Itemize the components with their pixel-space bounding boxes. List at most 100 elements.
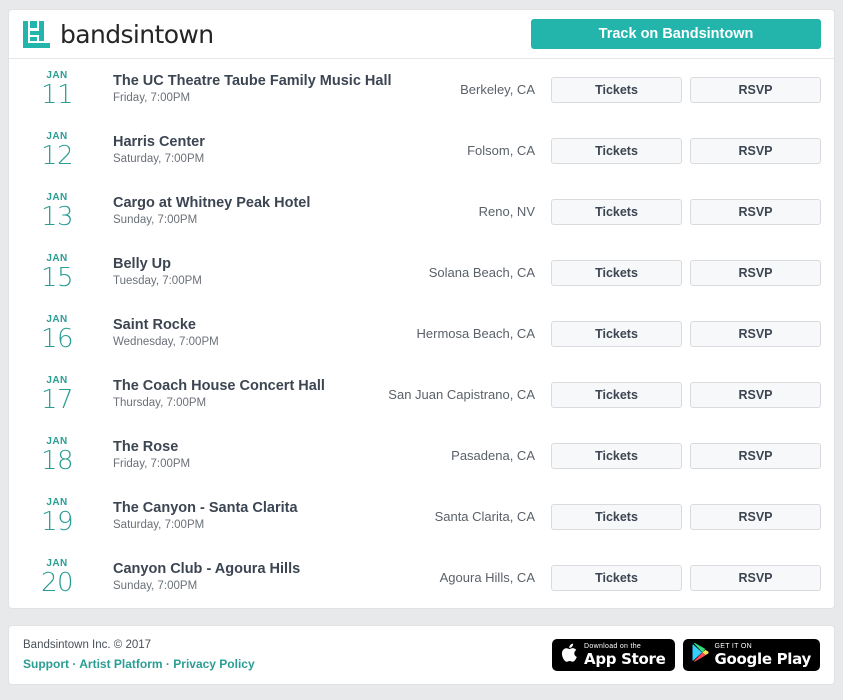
- app-store-top-line: Download on the: [584, 643, 665, 650]
- event-venue-name: Saint Rocke: [113, 316, 417, 334]
- event-row[interactable]: JAN13Cargo at Whitney Peak HotelSunday, …: [9, 181, 834, 242]
- event-day: 11: [15, 82, 99, 108]
- event-datetime: Thursday, 7:00PM: [113, 396, 388, 412]
- footer-text-block: Bandsintown Inc. © 2017 Support · Artist…: [23, 637, 255, 673]
- tickets-button[interactable]: Tickets: [551, 138, 682, 164]
- event-venue-block: The Canyon - Santa ClaritaSaturday, 7:00…: [99, 499, 435, 534]
- events-card: bandsintown Track on Bandsintown JAN11Th…: [8, 9, 835, 609]
- event-city: Reno, NV: [479, 204, 551, 219]
- rsvp-button[interactable]: RSVP: [690, 504, 821, 530]
- tickets-button[interactable]: Tickets: [551, 260, 682, 286]
- event-venue-block: The RoseFriday, 7:00PM: [99, 438, 451, 473]
- page-bottom-cutoff: [0, 692, 843, 700]
- event-day: 12: [15, 143, 99, 169]
- tickets-button[interactable]: Tickets: [551, 443, 682, 469]
- event-row[interactable]: JAN16Saint RockeWednesday, 7:00PMHermosa…: [9, 303, 834, 364]
- event-city: Folsom, CA: [467, 143, 551, 158]
- page-root: bandsintown Track on Bandsintown JAN11Th…: [0, 0, 843, 700]
- footer-link-privacy-policy[interactable]: Privacy Policy: [173, 657, 254, 671]
- event-day: 20: [15, 570, 99, 596]
- brand-name: bandsintown: [60, 20, 214, 49]
- tickets-button[interactable]: Tickets: [551, 77, 682, 103]
- tickets-button[interactable]: Tickets: [551, 504, 682, 530]
- rsvp-button[interactable]: RSVP: [690, 321, 821, 347]
- event-row[interactable]: JAN11The UC Theatre Taube Family Music H…: [9, 59, 834, 120]
- footer-separator-2: ·: [166, 657, 170, 671]
- event-row[interactable]: JAN15 Belly UpTuesday, 7:00PMSolana Beach…: [9, 242, 834, 303]
- event-city: Solana Beach, CA: [429, 265, 551, 280]
- event-date: JAN17: [9, 376, 99, 413]
- event-datetime: Wednesday, 7:00PM: [113, 335, 417, 351]
- bandsintown-logo-icon: [22, 20, 51, 49]
- card-header: bandsintown Track on Bandsintown: [9, 10, 834, 59]
- rsvp-button[interactable]: RSVP: [690, 260, 821, 286]
- event-date: JAN19: [9, 498, 99, 535]
- page-bottom-cutoff-text: [0, 692, 843, 700]
- event-date: JAN20: [9, 559, 99, 596]
- event-city: Pasadena, CA: [451, 448, 551, 463]
- footer-link-support[interactable]: Support: [23, 657, 69, 671]
- event-city: Hermosa Beach, CA: [417, 326, 552, 341]
- footer-card: Bandsintown Inc. © 2017 Support · Artist…: [8, 625, 835, 685]
- event-venue-name: Belly Up: [113, 255, 429, 273]
- event-venue-name: The Rose: [113, 438, 451, 456]
- event-datetime: Saturday, 7:00PM: [113, 152, 467, 168]
- app-store-badge[interactable]: Download on the App Store: [552, 639, 674, 671]
- event-venue-block: Harris CenterSaturday, 7:00PM: [99, 133, 467, 168]
- google-play-text: GET IT ON Google Play: [715, 643, 811, 667]
- track-on-bandsintown-button[interactable]: Track on Bandsintown: [531, 19, 821, 49]
- event-row[interactable]: JAN19The Canyon - Santa ClaritaSaturday,…: [9, 486, 834, 547]
- event-row[interactable]: JAN20Canyon Club - Agoura HillsSunday, 7…: [9, 547, 834, 608]
- rsvp-button[interactable]: RSVP: [690, 77, 821, 103]
- event-city: Santa Clarita, CA: [435, 509, 551, 524]
- rsvp-button[interactable]: RSVP: [690, 199, 821, 225]
- event-actions: Tickets RSVP: [551, 260, 821, 286]
- event-venue-name: Canyon Club - Agoura Hills: [113, 560, 440, 578]
- event-date: JAN13: [9, 193, 99, 230]
- event-date: JAN11: [9, 71, 99, 108]
- event-actions: Tickets RSVP: [551, 321, 821, 347]
- event-day: 13: [15, 204, 99, 230]
- event-day: 18: [15, 448, 99, 474]
- rsvp-button[interactable]: RSVP: [690, 138, 821, 164]
- app-store-text: Download on the App Store: [584, 643, 665, 667]
- event-actions: Tickets RSVP: [551, 443, 821, 469]
- tickets-button[interactable]: Tickets: [551, 382, 682, 408]
- google-play-icon: [692, 643, 709, 667]
- google-play-main-line: Google Play: [715, 652, 811, 667]
- event-day: 16: [15, 326, 99, 352]
- footer-links: Support · Artist Platform · Privacy Poli…: [23, 656, 255, 673]
- rsvp-button[interactable]: RSVP: [690, 565, 821, 591]
- rsvp-button[interactable]: RSVP: [690, 443, 821, 469]
- tickets-button[interactable]: Tickets: [551, 199, 682, 225]
- brand[interactable]: bandsintown: [22, 20, 214, 49]
- event-city: Berkeley, CA: [460, 82, 551, 97]
- rsvp-button[interactable]: RSVP: [690, 382, 821, 408]
- event-day: 17: [15, 387, 99, 413]
- event-date: JAN12: [9, 132, 99, 169]
- event-day: 15: [15, 265, 99, 291]
- event-row[interactable]: JAN12Harris CenterSaturday, 7:00PMFolsom…: [9, 120, 834, 181]
- google-play-badge[interactable]: GET IT ON Google Play: [683, 639, 820, 671]
- events-list: JAN11The UC Theatre Taube Family Music H…: [9, 59, 834, 608]
- apple-icon: [561, 643, 578, 668]
- event-date: JAN18: [9, 437, 99, 474]
- copyright-text: Bandsintown Inc. © 2017: [23, 637, 255, 654]
- event-actions: Tickets RSVP: [551, 138, 821, 164]
- event-venue-block: Canyon Club - Agoura HillsSunday, 7:00PM: [99, 560, 440, 595]
- footer-separator-1: ·: [72, 657, 76, 671]
- event-date: JAN15: [9, 254, 99, 291]
- app-store-main-line: App Store: [584, 652, 665, 667]
- event-row[interactable]: JAN18The RoseFriday, 7:00PMPasadena, CAT…: [9, 425, 834, 486]
- event-venue-block: The UC Theatre Taube Family Music HallFr…: [99, 72, 460, 107]
- event-datetime: Tuesday, 7:00PM: [113, 274, 429, 290]
- event-actions: Tickets RSVP: [551, 382, 821, 408]
- tickets-button[interactable]: Tickets: [551, 565, 682, 591]
- app-badges: Download on the App Store GET IT ON Goog…: [552, 639, 820, 671]
- tickets-button[interactable]: Tickets: [551, 321, 682, 347]
- event-city: San Juan Capistrano, CA: [388, 387, 551, 402]
- event-datetime: Saturday, 7:00PM: [113, 518, 435, 534]
- event-venue-block: Saint RockeWednesday, 7:00PM: [99, 316, 417, 351]
- event-row[interactable]: JAN17The Coach House Concert HallThursda…: [9, 364, 834, 425]
- footer-link-artist-platform[interactable]: Artist Platform: [79, 657, 162, 671]
